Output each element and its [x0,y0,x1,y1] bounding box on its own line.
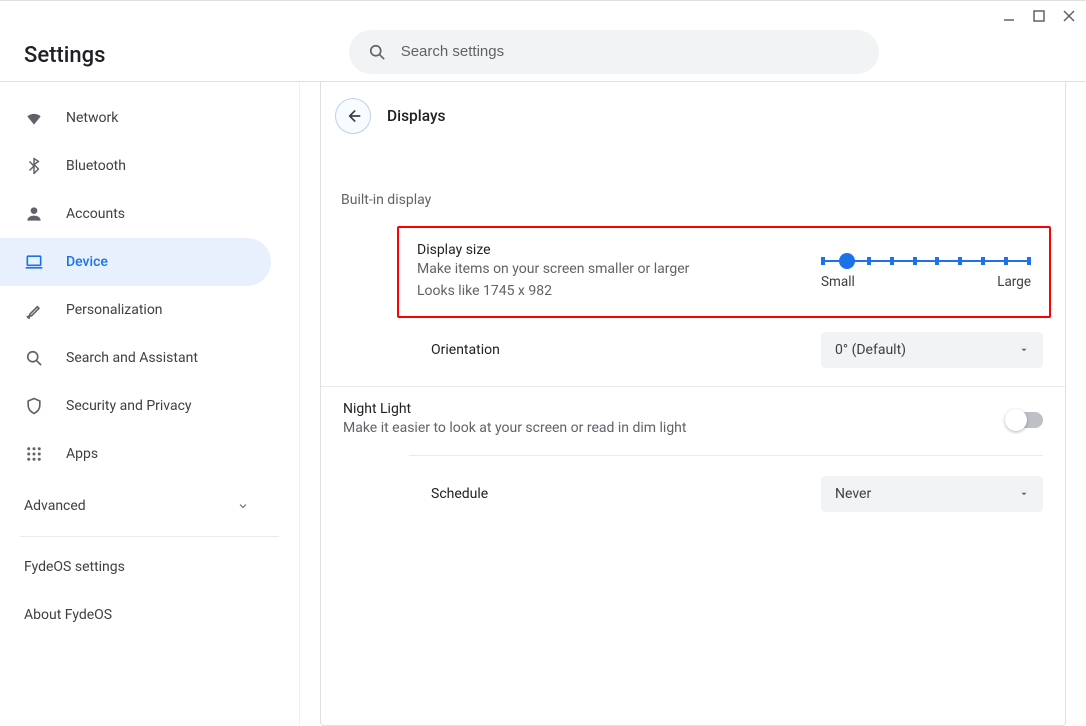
sidebar-item-label: Bluetooth [66,158,126,174]
minimize-icon[interactable] [1000,7,1018,25]
sidebar-item-label: Network [66,110,118,126]
sidebar-item-device[interactable]: Device [0,238,271,286]
slider-label-small: Small [821,274,855,290]
content-card: Displays Built-in display Display size M… [320,82,1066,726]
orientation-row: Orientation 0° (Default) [321,318,1065,382]
sidebar-item-label: Apps [66,446,98,462]
search-input[interactable] [401,43,861,60]
sidebar-item-label: Advanced [24,498,86,514]
app-header: Settings [0,10,1086,82]
sidebar: Network Bluetooth Accounts Device Person [0,82,300,726]
sidebar-item-about[interactable]: About FydeOS [0,591,299,639]
orientation-dropdown[interactable]: 0° (Default) [821,332,1043,368]
shield-icon [24,396,44,416]
display-size-row: Display size Make items on your screen s… [417,242,1031,302]
schedule-row: Schedule Never [321,456,1065,536]
chevron-down-icon [1019,345,1029,355]
night-light-row: Night Light Make it easier to look at yo… [321,387,1065,443]
sidebar-item-network[interactable]: Network [0,94,299,142]
sidebar-item-accounts[interactable]: Accounts [0,190,299,238]
night-light-title: Night Light [343,401,686,417]
laptop-icon [24,252,44,272]
sidebar-item-bluetooth[interactable]: Bluetooth [0,142,299,190]
display-size-highlight: Display size Make items on your screen s… [397,226,1051,318]
sidebar-item-label: FydeOS settings [24,559,125,575]
slider-thumb-icon[interactable] [839,253,855,269]
app-title: Settings [24,35,105,68]
main-content: Displays Built-in display Display size M… [300,82,1086,726]
section-label-built-in-display: Built-in display [321,142,1065,208]
night-light-desc: Make it easier to look at your screen or… [343,417,686,439]
sidebar-item-label: About FydeOS [24,607,112,623]
close-icon[interactable] [1060,7,1078,25]
display-size-desc: Make items on your screen smaller or lar… [417,258,797,280]
chevron-down-icon [1019,489,1029,499]
sidebar-item-search-assistant[interactable]: Search and Assistant [0,334,299,382]
window-controls [1000,7,1078,25]
schedule-dropdown[interactable]: Never [821,476,1043,512]
schedule-label: Schedule [431,486,488,502]
sidebar-item-advanced[interactable]: Advanced [0,482,299,530]
display-size-title: Display size [417,242,797,258]
toggle-knob-icon [1005,409,1027,431]
night-light-toggle[interactable] [1007,412,1043,428]
orientation-label: Orientation [431,342,500,358]
sidebar-divider [20,536,279,537]
sidebar-item-apps[interactable]: Apps [0,430,299,478]
page-subheader: Displays [321,82,1065,142]
sidebar-item-security-privacy[interactable]: Security and Privacy [0,382,299,430]
chevron-down-icon [237,500,249,512]
title-bar [0,0,1086,10]
sidebar-item-label: Personalization [66,302,163,318]
schedule-value: Never [835,486,871,502]
sidebar-item-personalization[interactable]: Personalization [0,286,299,334]
search-box[interactable] [349,30,879,74]
bluetooth-icon [24,156,44,176]
slider-label-large: Large [997,274,1031,290]
sidebar-item-label: Security and Privacy [66,398,192,414]
arrow-left-icon [343,106,363,126]
sidebar-item-label: Search and Assistant [66,350,198,366]
back-button[interactable] [335,98,371,134]
brush-icon [24,300,44,320]
orientation-value: 0° (Default) [835,342,906,358]
search-icon [24,348,44,368]
sidebar-item-fydeos-settings[interactable]: FydeOS settings [0,543,299,591]
display-size-slider[interactable] [821,254,1031,268]
maximize-icon[interactable] [1030,7,1048,25]
sidebar-item-label: Device [66,254,108,270]
apps-grid-icon [24,444,44,464]
search-icon [367,42,387,62]
page-title: Displays [387,107,446,125]
wifi-icon [24,108,44,128]
person-icon [24,204,44,224]
display-size-slider-container: Small Large [821,254,1031,290]
display-size-resolution: Looks like 1745 x 982 [417,280,797,302]
sidebar-item-label: Accounts [66,206,125,222]
